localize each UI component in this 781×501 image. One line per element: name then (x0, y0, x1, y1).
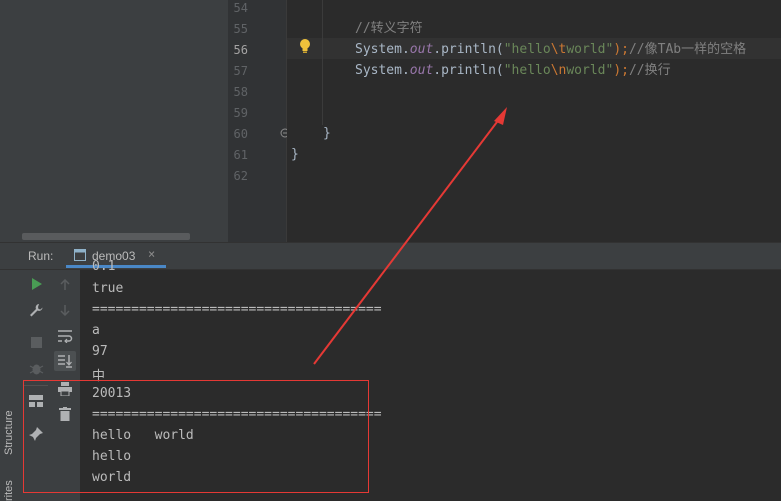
console-line: 97 (92, 344, 108, 359)
closing-brace-method: } (323, 126, 331, 141)
console-line: a (92, 323, 100, 338)
code-line-56: System.out.println("hello\tworld");//像TA… (355, 42, 747, 57)
console-top-clip (80, 270, 781, 275)
line-number: 54 (233, 1, 248, 15)
closing-brace-class: } (291, 147, 299, 162)
line-number: 59 (233, 106, 248, 120)
favorites-side-tab[interactable]: rites (3, 480, 15, 501)
play-icon[interactable] (31, 278, 43, 290)
console-line: ===================================== (92, 302, 382, 317)
favorites-tab-label: rites (3, 480, 15, 501)
project-side-strip (0, 0, 23, 242)
lightbulb-icon[interactable] (298, 38, 312, 54)
line-number: 62 (233, 169, 248, 183)
console-tab-icon (74, 249, 86, 261)
scroll-to-end-icon[interactable] (57, 354, 73, 368)
project-panel-scrollbar[interactable] (22, 233, 190, 240)
line-number: 61 (233, 148, 248, 162)
code-line-57: System.out.println("hello\nworld");//换行 (355, 63, 671, 78)
console-line: true (92, 281, 124, 296)
run-label: Run: (28, 249, 54, 263)
line-number: 57 (233, 64, 248, 78)
editor-gutter: 54 55 56 57 58 59 60 61 62 (228, 0, 290, 242)
line-number: 58 (233, 85, 248, 99)
close-icon[interactable]: × (148, 247, 155, 261)
project-panel (22, 0, 228, 242)
arrow-down-icon[interactable] (59, 304, 71, 316)
left-side-tool-strip (0, 270, 23, 501)
indent-guide (322, 0, 323, 125)
bug-icon[interactable] (29, 361, 44, 376)
wrench-icon[interactable] (29, 303, 43, 317)
stop-icon[interactable] (31, 337, 42, 348)
annotation-highlight-box (23, 380, 369, 493)
line-number: 55 (233, 22, 248, 36)
arrow-up-icon[interactable] (59, 279, 71, 291)
code-comment: //转义字符 (355, 21, 423, 36)
line-number-active: 56 (233, 43, 248, 57)
structure-tab-label: Structure (3, 410, 15, 455)
line-number: 60 (233, 127, 248, 141)
structure-side-tab[interactable]: Structure (3, 410, 15, 455)
soft-wrap-icon[interactable] (57, 329, 73, 343)
